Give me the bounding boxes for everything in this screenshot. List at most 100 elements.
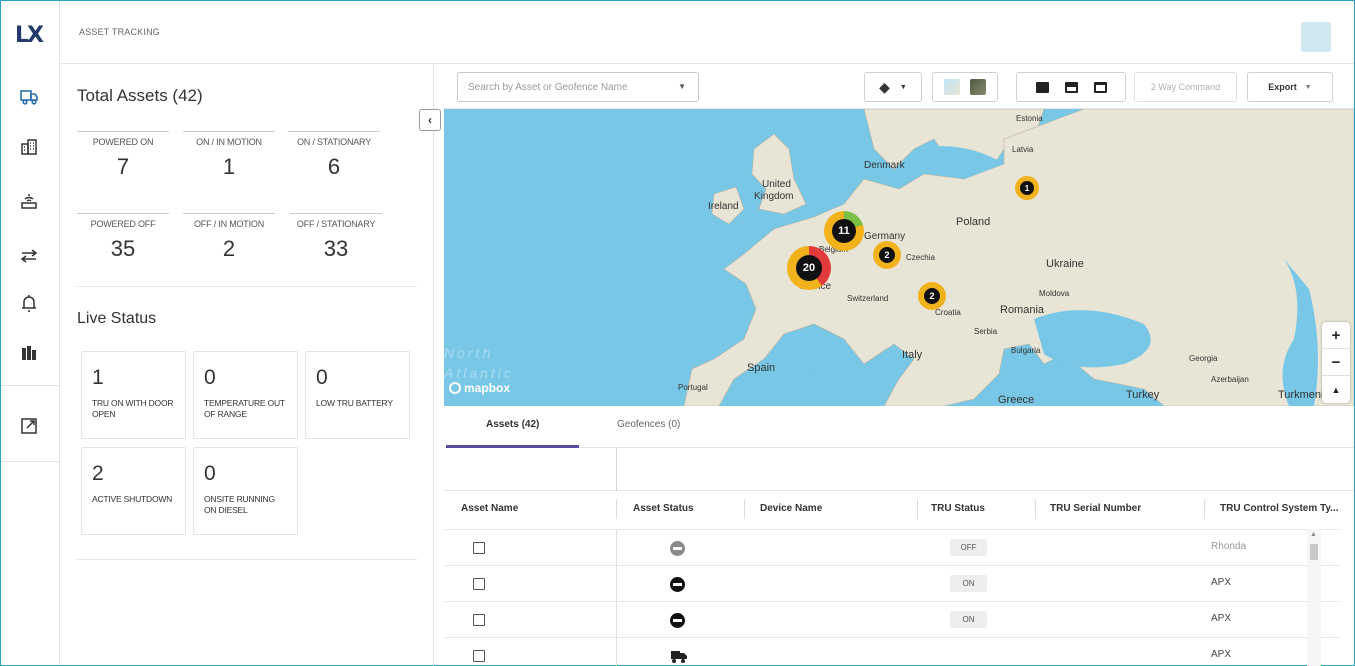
map-label: Serbia <box>974 327 998 336</box>
stat-off-in-motion: OFF / IN MOTION 2 <box>183 213 275 262</box>
column-divider <box>616 638 617 666</box>
live-card-label: ONSITE RUNNING ON DIESEL <box>204 494 275 515</box>
map-label: Italy <box>902 349 923 361</box>
list-view-icon[interactable] <box>1093 81 1107 93</box>
chevron-down-icon: ▼ <box>899 83 907 91</box>
live-card-value: 0 <box>316 366 328 389</box>
map-style-toggle[interactable] <box>932 72 998 102</box>
stat-value: 1 <box>222 154 236 179</box>
column-header-asset-status[interactable]: Asset Status <box>633 503 694 514</box>
stat-powered-on: POWERED ON 7 <box>77 131 169 180</box>
map-label: Portugal <box>678 383 708 392</box>
mapbox-icon <box>449 382 461 394</box>
map-label: Switzerland <box>847 294 889 303</box>
column-divider <box>917 499 918 519</box>
map-cluster-marker[interactable]: 20 <box>787 246 831 290</box>
row-checkbox[interactable] <box>473 650 485 662</box>
map-label: Georgia <box>1189 354 1218 363</box>
chevron-down-icon: ▼ <box>1304 83 1312 91</box>
stat-value: 7 <box>116 154 130 179</box>
tru-control-system: APX <box>1211 577 1232 588</box>
table-row[interactable]: ON APX <box>444 565 1339 602</box>
row-checkbox[interactable] <box>473 614 485 626</box>
stat-label: OFF / STATIONARY <box>290 213 382 229</box>
satellite-map-icon[interactable] <box>970 79 986 95</box>
export-button[interactable]: Export ▼ <box>1247 72 1333 102</box>
live-card-label: LOW TRU BATTERY <box>316 398 393 408</box>
truck-icon <box>671 651 687 663</box>
column-header-tru-serial[interactable]: TRU Serial Number <box>1050 503 1141 514</box>
tab-geofences[interactable]: Geofences (0) <box>617 419 680 430</box>
column-divider <box>744 499 745 519</box>
layers-button[interactable]: ◆ ▼ <box>864 72 922 102</box>
transfer-icon[interactable] <box>17 244 41 268</box>
search-placeholder: Search by Asset or Geofence Name <box>468 82 628 93</box>
scrollbar-thumb[interactable] <box>1310 544 1318 560</box>
column-header-asset-name[interactable]: Asset Name <box>461 503 518 514</box>
table-row[interactable]: OFF Rhonda <box>444 529 1339 566</box>
stat-label: ON / STATIONARY <box>288 131 380 147</box>
column-divider <box>616 448 617 491</box>
collapse-panel-button[interactable]: ‹ <box>419 109 441 131</box>
map-label: Spain <box>747 362 776 374</box>
map-cluster-marker[interactable]: 2 <box>918 282 946 310</box>
street-map-icon[interactable] <box>944 79 960 95</box>
chevron-left-icon: ‹ <box>428 113 432 127</box>
nav-rail: LX <box>1 1 60 665</box>
live-card[interactable]: 2 ACTIVE SHUTDOWN <box>81 447 186 535</box>
map-view[interactable]: Estonia Latvia Denmark United Kingdom Ir… <box>444 109 1354 406</box>
map-cluster-marker[interactable]: 1 <box>1015 176 1039 200</box>
map-label: Ukraine <box>1046 258 1084 270</box>
full-map-icon[interactable] <box>1035 81 1049 93</box>
live-card[interactable]: 0 TEMPERATURE OUT OF RANGE <box>193 351 298 439</box>
stat-label: POWERED OFF <box>77 213 169 229</box>
avatar[interactable] <box>1301 22 1331 52</box>
map-cluster-marker[interactable]: 2 <box>873 241 901 269</box>
stat-label: POWERED ON <box>77 131 169 147</box>
live-card[interactable]: 0 LOW TRU BATTERY <box>305 351 410 439</box>
mapbox-label: mapbox <box>464 381 511 395</box>
live-card[interactable]: 1 TRU ON WITH DOOR OPEN <box>81 351 186 439</box>
map-label: Czechia <box>906 253 935 262</box>
live-status-heading: Live Status <box>77 310 157 327</box>
column-divider <box>1035 499 1036 519</box>
scroll-up-icon[interactable]: ▲ <box>1310 531 1317 538</box>
alarm-icon[interactable] <box>17 291 41 315</box>
truck-icon[interactable] <box>17 85 41 109</box>
cluster-count: 11 <box>832 219 856 243</box>
live-card-value: 0 <box>204 366 216 389</box>
table-row[interactable]: APX <box>444 637 1339 666</box>
table-scrollbar[interactable]: ▲ <box>1307 529 1321 666</box>
column-header-tru-control-system[interactable]: TRU Control System Ty... <box>1220 503 1339 514</box>
tab-assets[interactable]: Assets (42) <box>486 419 539 430</box>
live-card-value: 0 <box>204 462 216 485</box>
table-row[interactable]: ON APX <box>444 601 1339 638</box>
mapbox-attribution[interactable]: mapbox <box>449 381 510 395</box>
filter-bar <box>444 448 1354 491</box>
split-view-icon[interactable] <box>1064 81 1078 93</box>
building-icon[interactable] <box>17 135 41 159</box>
zoom-out-button[interactable]: − <box>1322 349 1350 376</box>
column-header-device-name[interactable]: Device Name <box>760 503 822 514</box>
column-header-tru-status[interactable]: TRU Status <box>931 503 985 514</box>
summary-panel: Total Assets (42) POWERED ON 7 ON / IN M… <box>61 65 434 666</box>
zoom-in-button[interactable]: + <box>1322 322 1350 349</box>
warehouse-icon[interactable] <box>17 341 41 365</box>
live-card-value: 2 <box>92 462 104 485</box>
live-card[interactable]: 0 ONSITE RUNNING ON DIESEL <box>193 447 298 535</box>
external-link-icon[interactable] <box>17 414 41 438</box>
column-divider <box>1204 499 1205 519</box>
compass-button[interactable]: ▲ <box>1322 376 1350 403</box>
row-checkbox[interactable] <box>473 542 485 554</box>
row-checkbox[interactable] <box>473 578 485 590</box>
map-label: Croatia <box>935 308 961 317</box>
map-cluster-marker[interactable]: 11 <box>824 211 864 251</box>
map-label: Poland <box>956 216 991 228</box>
live-card-label: TEMPERATURE OUT OF RANGE <box>204 398 285 419</box>
layout-toggle[interactable] <box>1016 72 1126 102</box>
router-icon[interactable] <box>17 189 41 213</box>
top-header: ASSET TRACKING <box>61 1 1354 64</box>
page-title: ASSET TRACKING <box>79 27 160 37</box>
two-way-command-button[interactable]: 2 Way Command <box>1134 72 1237 102</box>
search-input[interactable]: Search by Asset or Geofence Name ▼ <box>457 72 699 102</box>
